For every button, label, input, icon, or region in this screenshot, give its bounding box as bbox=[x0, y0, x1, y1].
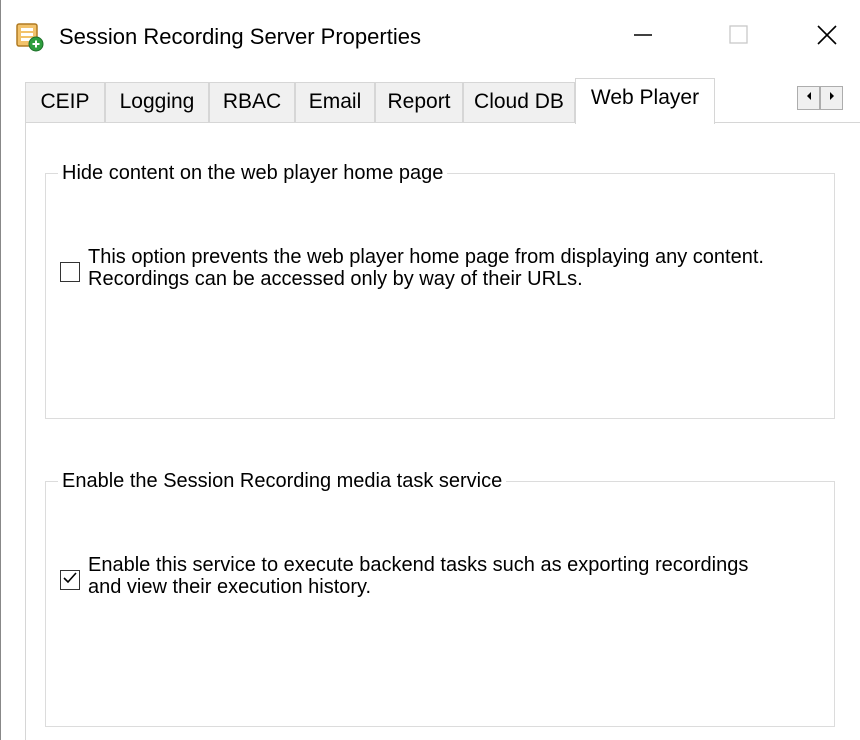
tab-email[interactable]: Email bbox=[295, 82, 375, 122]
tab-report[interactable]: Report bbox=[375, 82, 463, 122]
hide-content-checkbox[interactable] bbox=[60, 262, 80, 282]
title-bar[interactable]: Session Recording Server Properties bbox=[1, 0, 860, 72]
media-task-option[interactable]: Enable this service to execute backend t… bbox=[60, 554, 768, 598]
server-properties-icon bbox=[14, 22, 44, 52]
tab-rbac[interactable]: RBAC bbox=[209, 82, 295, 122]
hide-content-group-title: Hide content on the web player home page bbox=[58, 159, 448, 187]
arrow-left-icon bbox=[804, 89, 814, 107]
close-button[interactable] bbox=[797, 14, 857, 60]
checkmark-icon bbox=[62, 571, 78, 590]
maximize-icon bbox=[728, 24, 750, 51]
tab-logging[interactable]: Logging bbox=[105, 82, 209, 122]
hide-content-option[interactable]: This option prevents the web player home… bbox=[60, 246, 768, 290]
hide-content-label[interactable]: This option prevents the web player home… bbox=[88, 246, 768, 290]
tab-panel-web-player: Hide content on the web player home page… bbox=[25, 122, 860, 740]
tab-ceip[interactable]: CEIP bbox=[25, 82, 105, 122]
maximize-button[interactable] bbox=[709, 14, 769, 60]
close-icon bbox=[815, 23, 839, 52]
tab-strip: CEIP Logging RBAC Email Report Cloud DB … bbox=[25, 78, 845, 124]
media-task-group-title: Enable the Session Recording media task … bbox=[58, 467, 507, 495]
tab-cloud-db[interactable]: Cloud DB bbox=[463, 82, 575, 122]
tab-web-player[interactable]: Web Player bbox=[575, 78, 715, 124]
minimize-button[interactable] bbox=[613, 14, 673, 60]
minimize-icon bbox=[632, 24, 654, 51]
arrow-right-icon bbox=[827, 89, 837, 107]
tab-scroll-right-button[interactable] bbox=[820, 86, 843, 110]
properties-dialog: Session Recording Server Properties CEIP… bbox=[0, 0, 860, 740]
tab-scroll-buttons bbox=[797, 86, 843, 110]
tab-scroll-left-button[interactable] bbox=[797, 86, 820, 110]
media-task-label[interactable]: Enable this service to execute backend t… bbox=[88, 554, 768, 598]
media-task-group: Enable the Session Recording media task … bbox=[45, 467, 835, 727]
hide-content-group: Hide content on the web player home page… bbox=[45, 159, 835, 419]
media-task-checkbox[interactable] bbox=[60, 570, 80, 590]
window-title: Session Recording Server Properties bbox=[59, 24, 421, 49]
